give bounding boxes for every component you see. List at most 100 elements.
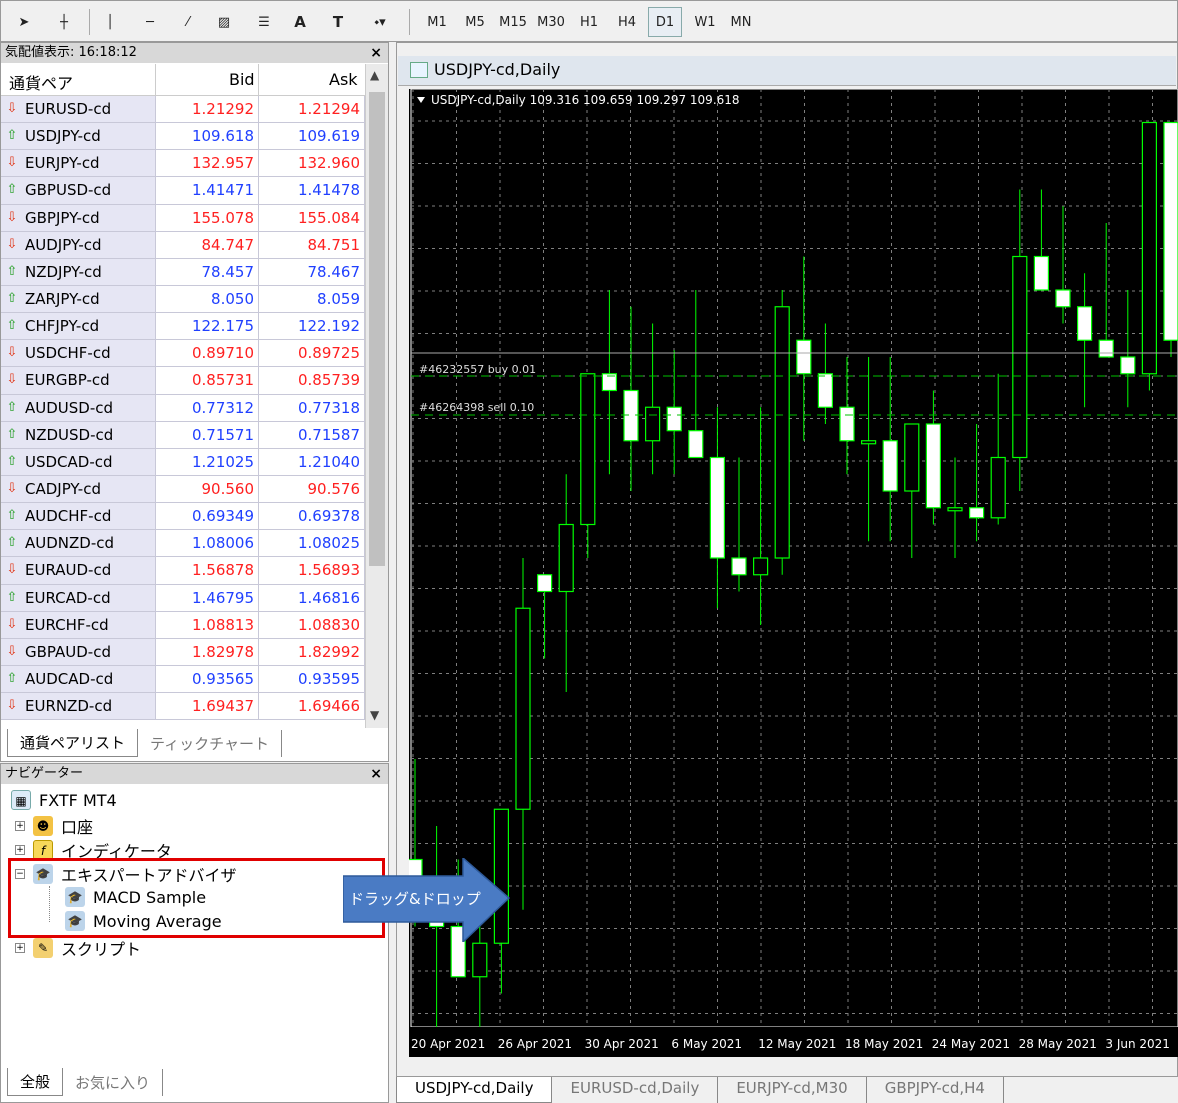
symbol-row[interactable]: ⇩ GBPAUD-cd 1.82978 1.82992 (1, 638, 365, 666)
market-watch-scrollbar[interactable]: ▲ ▼ (365, 64, 388, 728)
period-d1-button[interactable]: D1 (648, 7, 682, 37)
expand-icon[interactable]: + (15, 821, 25, 831)
horizontal-line-icon[interactable]: ─ (137, 7, 163, 37)
symbol-row[interactable]: ⇧ USDCAD-cd 1.21025 1.21040 (1, 448, 365, 476)
symbol-row[interactable]: ⇩ CADJPY-cd 90.560 90.576 (1, 475, 365, 504)
chart-tab-eurusd[interactable]: EURUSD-cd,Daily (552, 1077, 719, 1103)
ask-cell: 122.192 (259, 313, 365, 340)
nav-scripts[interactable]: + ✎ スクリプト (15, 936, 141, 960)
symbol-row[interactable]: ⇧ EURCAD-cd 1.46795 1.46816 (1, 584, 365, 612)
symbol-row[interactable]: ⇩ EURJPY-cd 132.957 132.960 (1, 150, 365, 178)
period-m15-button[interactable]: M15 (496, 7, 530, 37)
tab-symbols[interactable]: 通貨ペアリスト (7, 729, 139, 757)
symbol-row[interactable]: ⇧ GBPUSD-cd 1.41471 1.41478 (1, 177, 365, 205)
symbol-row[interactable]: ⇩ AUDJPY-cd 84.747 84.751 (1, 231, 365, 259)
tab-tick-chart[interactable]: ティックチャート (138, 730, 282, 757)
symbol-row[interactable]: ⇧ AUDUSD-cd 0.77312 0.77318 (1, 394, 365, 422)
ask-cell: 0.93595 (259, 665, 365, 693)
chart-title-bar[interactable]: USDJPY-cd,Daily (398, 56, 1176, 86)
symbol-row[interactable]: ⇩ EURNZD-cd 1.69437 1.69466 (1, 693, 365, 721)
trendline-icon[interactable]: ⁄ (175, 7, 201, 37)
chart-tab-usdjpy[interactable]: USDJPY-cd,Daily (396, 1077, 553, 1103)
symbol-row[interactable]: ⇧ AUDCHF-cd 0.69349 0.69378 (1, 503, 365, 531)
symbol-row[interactable]: ⇩ EURUSD-cd 1.21292 1.21294 (1, 96, 365, 124)
market-watch-title: 気配値表示: 16:18:12 (5, 45, 137, 60)
period-m5-button[interactable]: M5 (458, 7, 492, 37)
bid-cell: 78.457 (156, 258, 259, 285)
text-label-icon[interactable]: T (325, 7, 351, 37)
candle-body (515, 607, 531, 810)
close-icon[interactable]: × (370, 764, 382, 784)
navigator-title: ナビゲーター (5, 766, 84, 781)
symbol-cell: ⇧ EURCAD-cd (1, 584, 156, 611)
price-chart[interactable]: #46232557 buy 0.01 #46264398 sell 0.10 USD… (409, 89, 1178, 1057)
arrow-down-icon: ⇩ (6, 643, 18, 659)
symbol-row[interactable]: ⇩ EURGBP-cd 0.85731 0.85739 (1, 367, 365, 395)
symbol-row[interactable]: ⇧ ZARJPY-cd 8.050 8.059 (1, 285, 365, 314)
bid-cell: 0.93565 (156, 665, 259, 693)
scroll-up-icon[interactable]: ▲ (370, 68, 379, 82)
navigator-tabs: 全般 お気に入り (7, 1068, 164, 1096)
period-m30-button[interactable]: M30 (534, 7, 568, 37)
candle-body (558, 523, 574, 593)
bid-cell: 122.175 (156, 313, 259, 340)
bid-cell: 8.050 (156, 285, 259, 313)
period-w1-button[interactable]: W1 (688, 7, 722, 37)
symbol-row[interactable]: ⇧ NZDUSD-cd 0.71571 0.71587 (1, 421, 365, 449)
symbol-row[interactable]: ⇩ USDCHF-cd 0.89710 0.89725 (1, 340, 365, 368)
tab-favorites[interactable]: お気に入り (63, 1069, 164, 1096)
ask-cell: 1.56893 (259, 557, 365, 584)
expand-icon[interactable]: + (15, 845, 25, 855)
text-tool-icon[interactable]: A (287, 7, 313, 37)
nav-root[interactable]: ▦ FXTF MT4 (11, 790, 117, 810)
nav-account[interactable]: + ☻ 口座 (15, 814, 93, 838)
bid-cell: 1.21292 (156, 96, 259, 123)
equidistant-channel-icon[interactable]: ▨ (211, 7, 237, 37)
market-watch-header: 気配値表示: 16:18:12 × (1, 43, 388, 63)
period-m1-button[interactable]: M1 (420, 7, 454, 37)
arrows-dropdown-icon[interactable]: ⬩▾ (367, 7, 393, 37)
symbol-row[interactable]: ⇧ CHFJPY-cd 122.175 122.192 (1, 313, 365, 341)
chart-tab-eurjpy[interactable]: EURJPY-cd,M30 (718, 1077, 867, 1103)
symbol-row[interactable]: ⇧ USDJPY-cd 109.618 109.619 (1, 123, 365, 151)
ask-cell: 1.69466 (259, 693, 365, 720)
symbol-row[interactable]: ⇩ EURAUD-cd 1.56878 1.56893 (1, 557, 365, 585)
fibonacci-icon[interactable]: ☰ (251, 7, 277, 37)
symbol-row[interactable]: ⇩ GBPJPY-cd 155.078 155.084 (1, 204, 365, 232)
tab-general[interactable]: 全般 (7, 1068, 64, 1096)
symbol-row[interactable]: ⇧ AUDCAD-cd 0.93565 0.93595 (1, 665, 365, 694)
arrow-up-icon: ⇧ (6, 508, 18, 524)
period-mn-button[interactable]: MN (724, 7, 758, 37)
scroll-down-icon[interactable]: ▼ (370, 708, 379, 722)
vertical-line-icon[interactable]: │ (97, 7, 123, 37)
period-h1-button[interactable]: H1 (572, 7, 606, 37)
bid-cell: 1.41471 (156, 177, 259, 204)
candle-body (882, 440, 898, 492)
date-tick-label: 26 Apr 2021 (498, 1037, 572, 1051)
close-icon[interactable]: × (370, 43, 382, 63)
symbol-row[interactable]: ⇧ AUDNZD-cd 1.08006 1.08025 (1, 530, 365, 558)
expand-icon[interactable]: + (15, 943, 25, 953)
col-symbol[interactable]: 通貨ペア (9, 70, 73, 94)
date-tick-label: 18 May 2021 (845, 1037, 923, 1051)
date-tick-label: 3 Jun 2021 (1105, 1037, 1170, 1051)
symbol-cell: ⇩ GBPAUD-cd (1, 638, 156, 665)
symbol-row[interactable]: ⇩ EURCHF-cd 1.08813 1.08830 (1, 611, 365, 639)
scroll-thumb[interactable] (369, 92, 385, 566)
symbol-cell: ⇩ EURNZD-cd (1, 693, 156, 720)
market-watch-tabs: 通貨ペアリスト ティックチャート (7, 729, 282, 757)
cursor-icon[interactable]: ➤ (11, 7, 37, 37)
period-h4-button[interactable]: H4 (610, 7, 644, 37)
col-bid[interactable]: Bid (229, 70, 255, 89)
order-label: #46232557 buy 0.01 (419, 363, 536, 376)
crosshair-icon[interactable]: ┼ (51, 7, 77, 37)
col-ask[interactable]: Ask (329, 70, 358, 89)
symbol-cell: ⇧ AUDCHF-cd (1, 503, 156, 530)
ask-cell: 0.69378 (259, 503, 365, 530)
bid-cell: 0.85731 (156, 367, 259, 394)
ask-cell: 78.467 (259, 258, 365, 285)
chart-tab-gbpjpy[interactable]: GBPJPY-cd,H4 (867, 1077, 1004, 1103)
symbol-row[interactable]: ⇧ NZDJPY-cd 78.457 78.467 (1, 258, 365, 286)
candle-body (1120, 356, 1136, 375)
arrow-down-icon: ⇩ (6, 101, 18, 117)
